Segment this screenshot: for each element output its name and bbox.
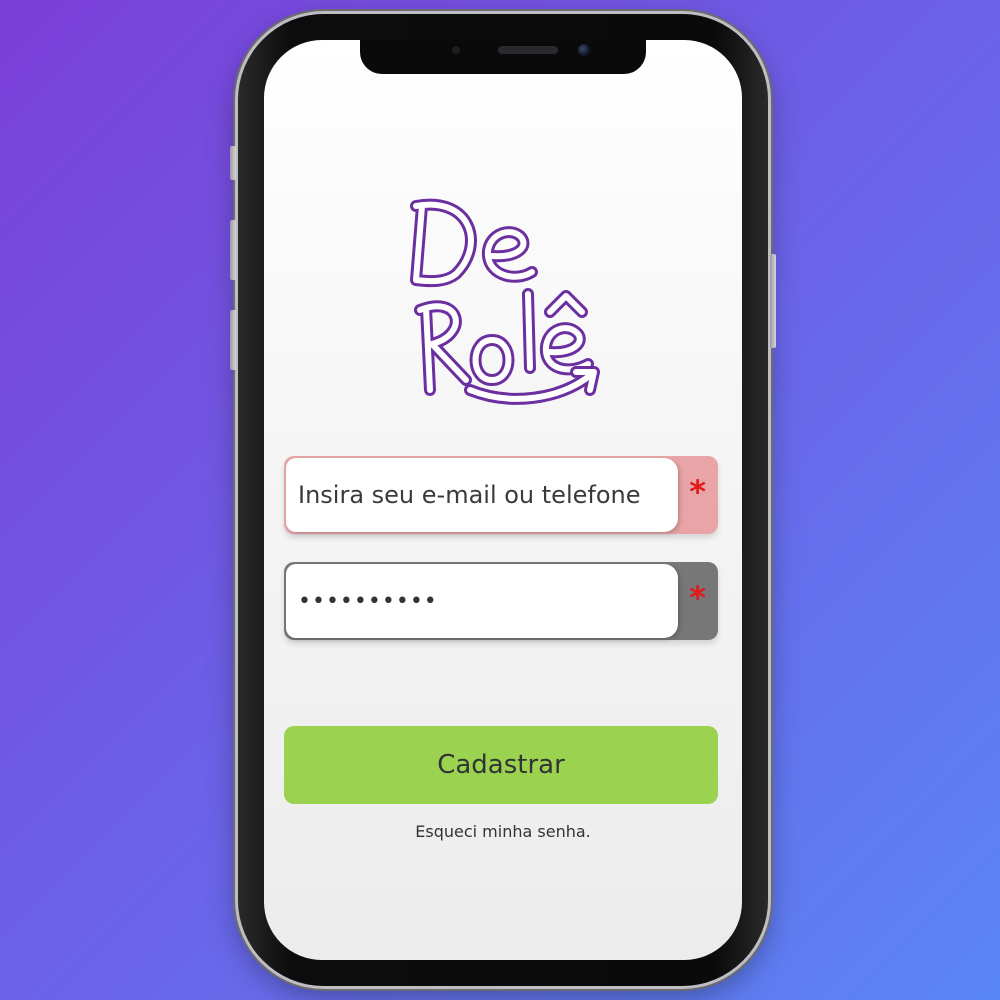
silent-switch: [230, 146, 236, 180]
notch: [360, 40, 646, 74]
app-screen: * * Cadastrar Esqueci minha senha.: [264, 40, 742, 960]
front-camera: [578, 44, 590, 56]
email-required-marker: *: [689, 473, 706, 511]
de-role-logo-icon: [410, 198, 600, 405]
register-button[interactable]: Cadastrar: [284, 726, 718, 804]
earpiece-speaker: [498, 46, 558, 54]
sensor: [452, 46, 460, 54]
forgot-password-link[interactable]: Esqueci minha senha.: [264, 822, 742, 841]
email-field[interactable]: [286, 458, 678, 532]
volume-down-button: [230, 310, 236, 370]
email-field-container: *: [284, 456, 718, 534]
password-field[interactable]: [286, 564, 678, 638]
volume-up-button: [230, 220, 236, 280]
password-field-container: *: [284, 562, 718, 640]
power-button: [770, 254, 776, 348]
phone-frame: * * Cadastrar Esqueci minha senha.: [230, 14, 776, 986]
password-required-marker: *: [689, 579, 706, 617]
